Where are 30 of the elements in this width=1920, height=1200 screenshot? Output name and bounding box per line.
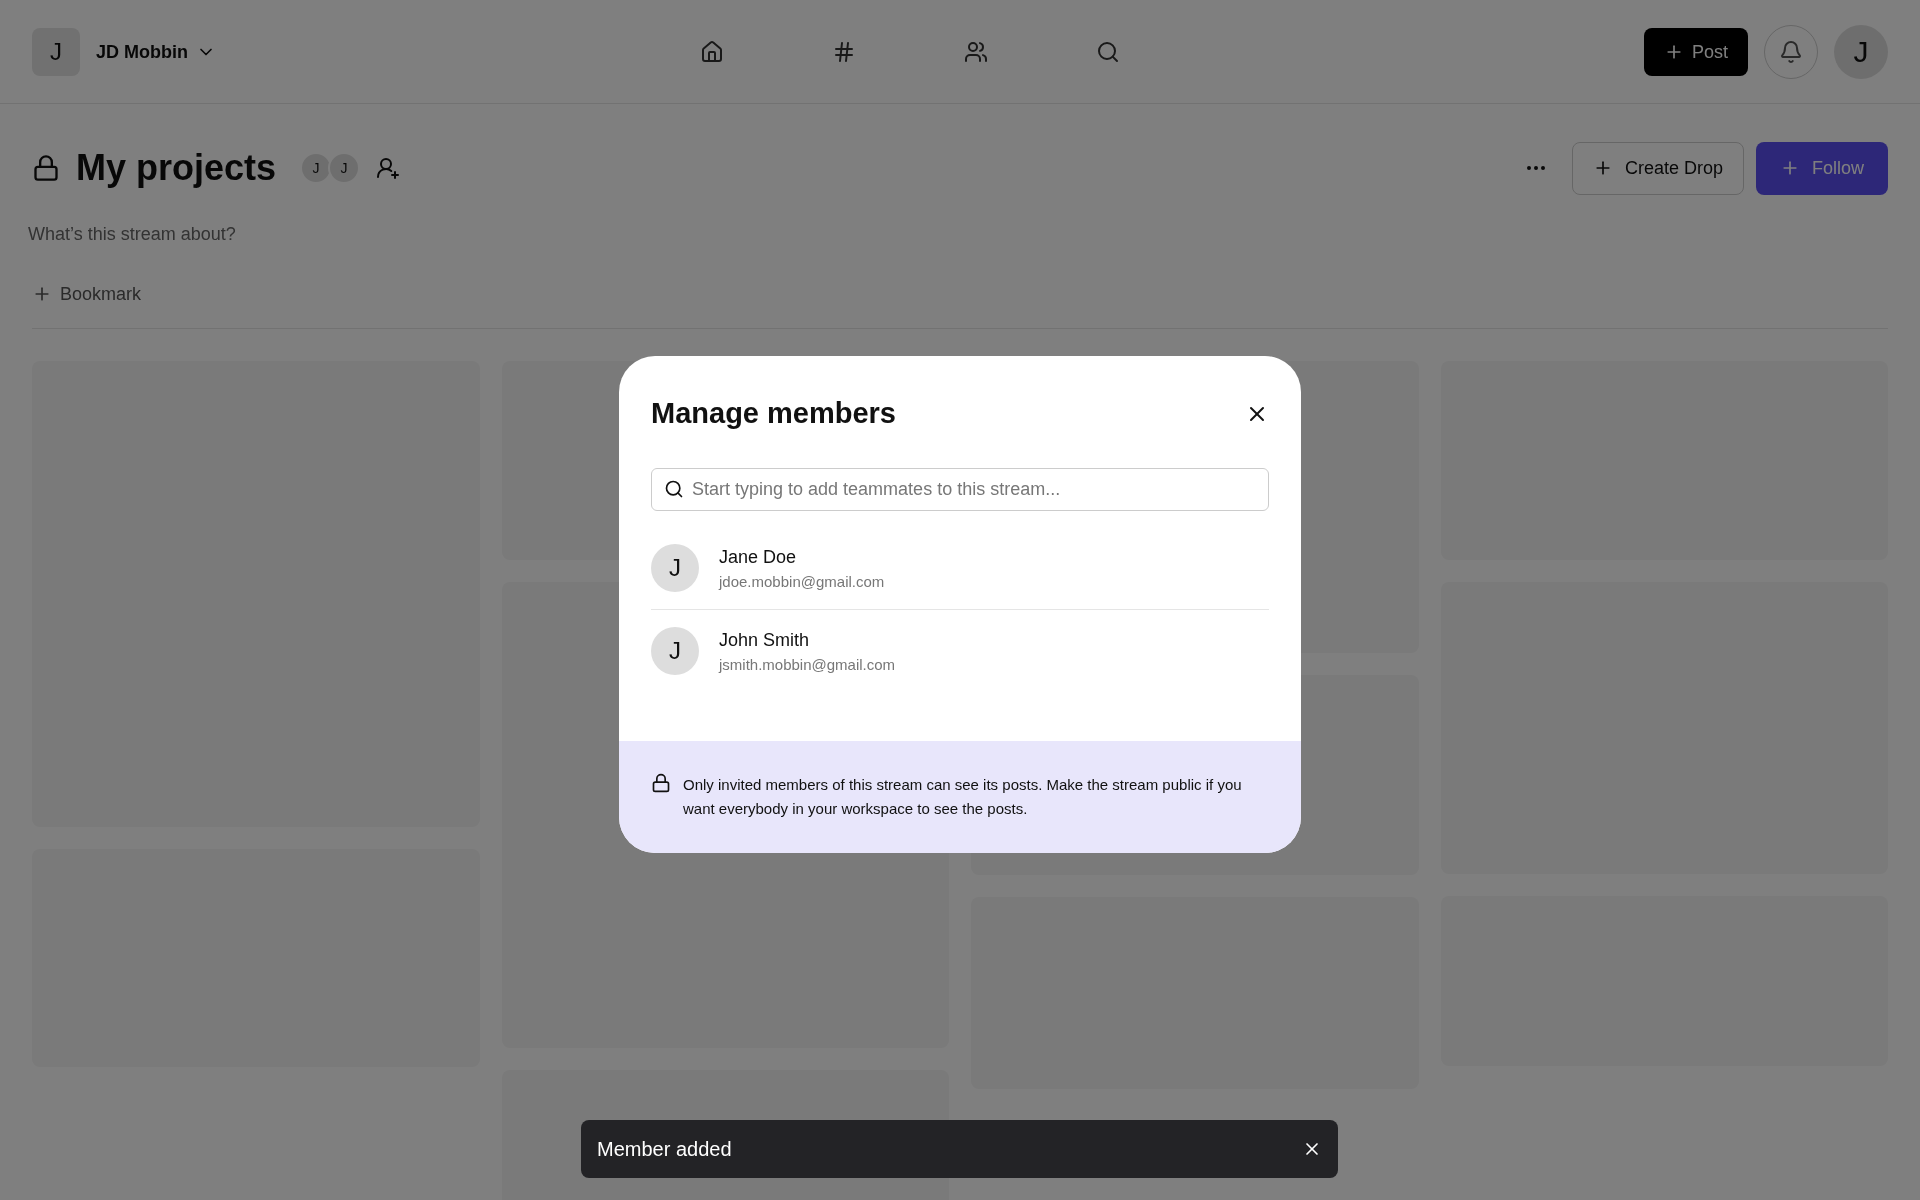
privacy-notice-text: Only invited members of this stream can see its posts. Make the stream public if you want everybody in your workspace to see the posts. (683, 774, 1243, 819)
lock-icon (32, 154, 60, 182)
stream-description[interactable]: What’s this stream about? (28, 220, 1888, 248)
member-email: jsmith.mobbin@gmail.com (719, 655, 896, 675)
search-icon (664, 479, 684, 499)
create-drop-button[interactable]: Create Drop (1571, 141, 1744, 195)
bell-icon (1779, 39, 1803, 64)
post-button[interactable]: Post (1643, 27, 1748, 76)
member-search-input[interactable]: Start typing to add teammates to this stream... (692, 475, 1256, 503)
follow-button[interactable]: Follow (1756, 141, 1888, 195)
search-field[interactable]: Start typing to add teammates to this stream... (651, 467, 1269, 511)
member-avatar: J (651, 543, 699, 592)
lock-icon (651, 772, 671, 793)
bookmark-button[interactable]: Bookmark (32, 280, 142, 308)
add-member-icon[interactable] (376, 156, 401, 180)
toast-message: Member added (597, 1137, 732, 1162)
home-icon[interactable] (700, 39, 724, 64)
people-icon[interactable] (964, 39, 988, 64)
workspace-switcher[interactable]: JD Mobbin (96, 37, 216, 66)
member-avatar[interactable]: J (328, 152, 361, 184)
search-icon[interactable] (1096, 39, 1120, 64)
member-email: jdoe.mobbin@gmail.com (719, 571, 885, 592)
hash-icon[interactable] (832, 39, 856, 64)
dialog-title: Manage members (651, 396, 896, 431)
workspace-avatar[interactable]: J (32, 27, 80, 76)
member-avatar: J (651, 627, 699, 676)
stream-title: My projects (76, 146, 277, 190)
user-avatar[interactable]: J (1834, 24, 1888, 79)
member-name: John Smith (719, 629, 811, 652)
member-name: Jane Doe (719, 545, 798, 569)
